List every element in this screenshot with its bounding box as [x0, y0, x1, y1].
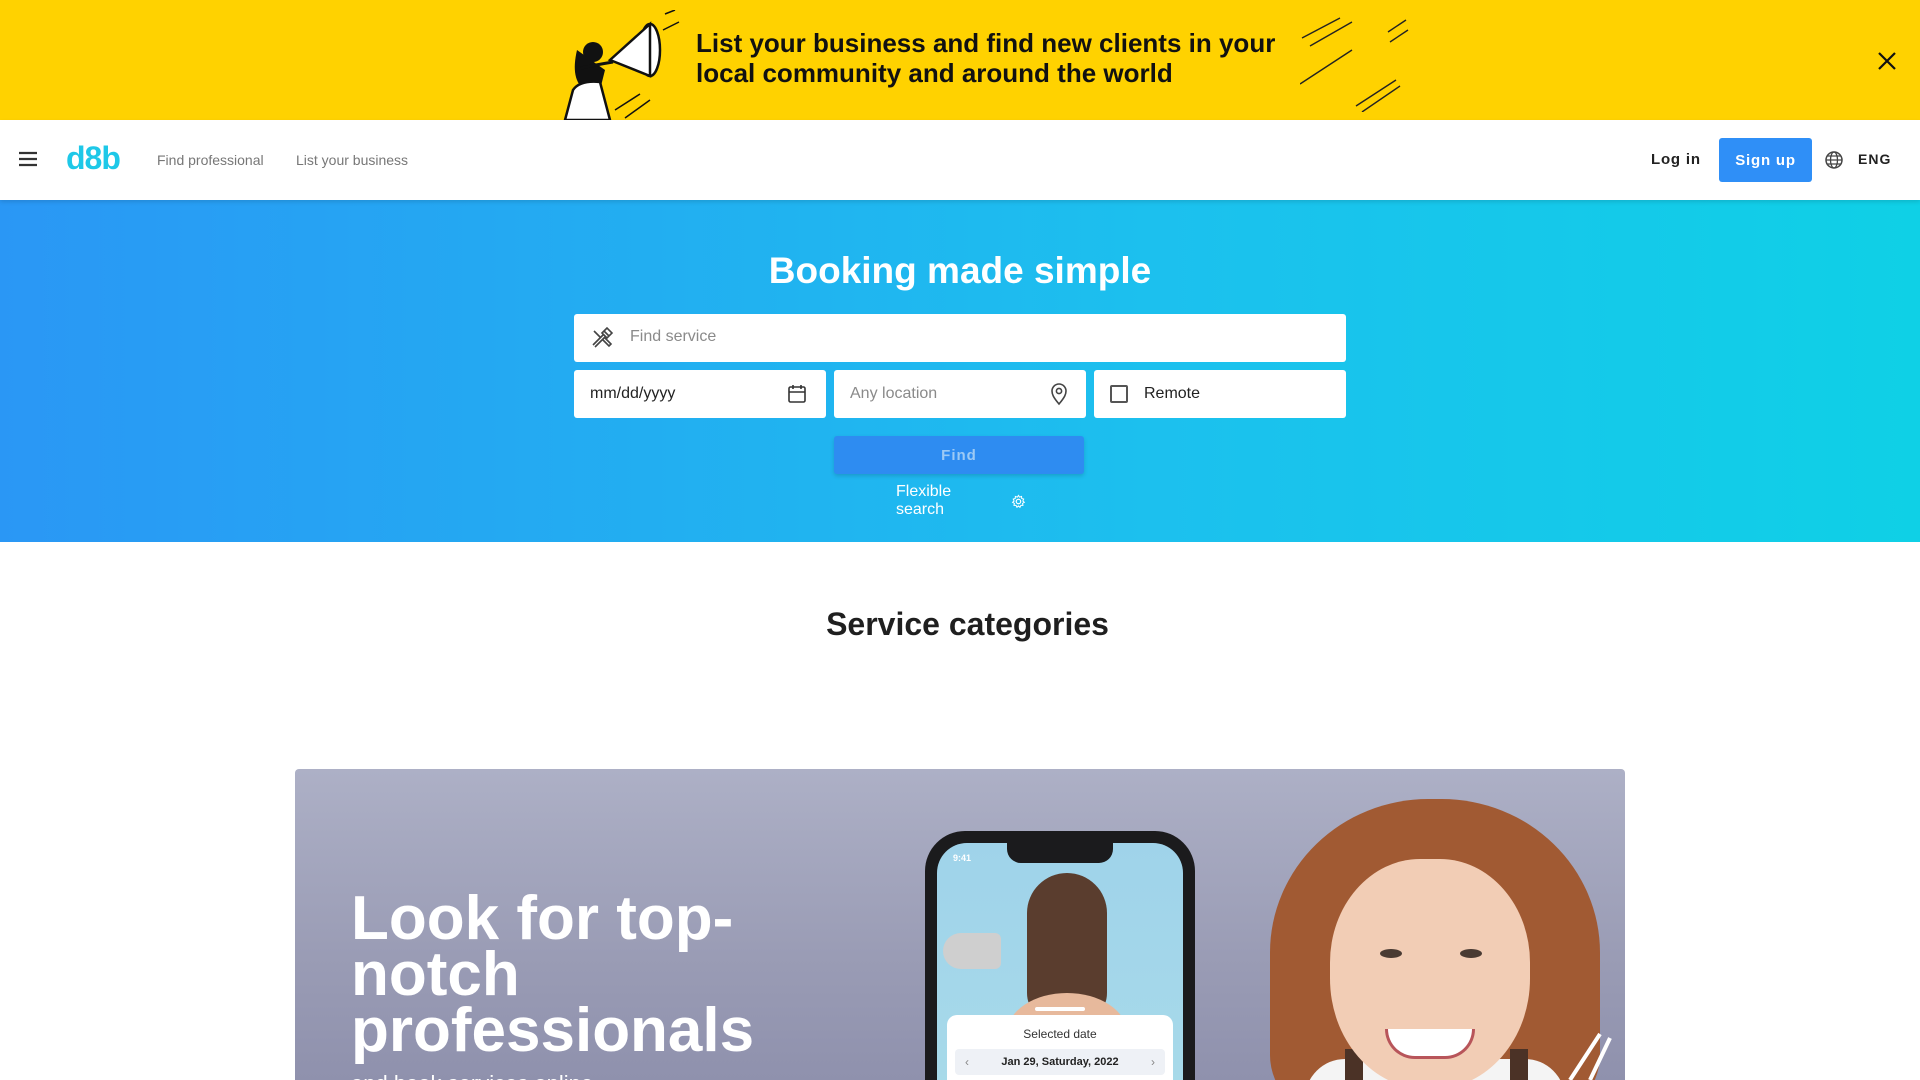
- phone-screen: 9:41 Selected date ‹ Jan 29, Saturday, 2…: [937, 843, 1183, 1080]
- selected-date-value: Jan 29, Saturday, 2022: [1001, 1056, 1119, 1068]
- tools-icon: [592, 326, 614, 348]
- globe-icon[interactable]: [1824, 150, 1844, 170]
- sheet-handle: [1035, 1007, 1085, 1011]
- service-search-placeholder: Find service: [630, 328, 717, 345]
- promo-card-title: Look for top-notch professionals: [351, 884, 755, 1065]
- flexible-search-link[interactable]: Flexible search: [896, 483, 1026, 518]
- logo[interactable]: d8b: [66, 140, 121, 177]
- date-picker-row: ‹ Jan 29, Saturday, 2022 ›: [955, 1049, 1165, 1075]
- hero-title: Booking made simple: [768, 250, 1152, 291]
- decorative-lines: [1300, 17, 1409, 112]
- top-navbar: d8b Find professional List your business…: [0, 120, 1920, 200]
- promo-banner: List your business and find new clients …: [0, 0, 1920, 120]
- selected-date-label: Selected date: [1023, 1027, 1097, 1041]
- remote-checkbox[interactable]: Remote: [1094, 370, 1346, 418]
- remote-checkbox-box[interactable]: [1110, 385, 1128, 403]
- eye-left: [1380, 949, 1402, 958]
- promo-card: Look for top-notch professionals and boo…: [295, 769, 1625, 1080]
- location-input[interactable]: Any location: [834, 370, 1086, 418]
- promo-message: List your business and find new clients …: [696, 28, 1276, 88]
- service-search-input[interactable]: Find service: [574, 314, 1346, 362]
- signup-button[interactable]: Sign up: [1719, 138, 1812, 182]
- location-pin-icon: [1051, 383, 1067, 406]
- settings-gear-icon: [1011, 494, 1026, 508]
- scissors-icon: [1568, 1032, 1612, 1080]
- megaphone-woman-illustration: [563, 10, 680, 120]
- find-button[interactable]: Find: [834, 436, 1084, 474]
- date-value: mm/dd/yyyy: [590, 385, 676, 402]
- nav-link-list-business[interactable]: List your business: [296, 152, 408, 168]
- remote-label: Remote: [1144, 385, 1201, 402]
- phone-notch: [1007, 843, 1113, 863]
- date-input[interactable]: mm/dd/yyyy: [574, 370, 826, 418]
- chevron-left-icon[interactable]: ‹: [965, 1055, 969, 1069]
- login-button[interactable]: Log in: [1651, 151, 1701, 168]
- location-placeholder: Any location: [850, 385, 938, 402]
- calendar-icon[interactable]: [786, 383, 808, 405]
- language-selector[interactable]: ENG: [1858, 151, 1891, 167]
- hamburger-menu-icon[interactable]: [16, 147, 40, 171]
- nav-link-find-professional[interactable]: Find professional: [157, 152, 264, 168]
- selected-date-card: Selected date ‹ Jan 29, Saturday, 2022 ›: [947, 1007, 1173, 1080]
- eye-right: [1460, 949, 1482, 958]
- promo-close-button[interactable]: [1872, 46, 1902, 76]
- hair-dryer-illustration: [943, 933, 1001, 969]
- phone-mockup: 9:41 Selected date ‹ Jan 29, Saturday, 2…: [925, 831, 1195, 1080]
- flexible-search-label: Flexible search: [896, 483, 952, 518]
- phone-time: 9:41: [953, 853, 972, 863]
- service-categories-heading: Service categories: [826, 606, 1109, 642]
- hero-search-section: Booking made simple Find service mm/dd/y…: [0, 200, 1920, 542]
- chevron-right-icon[interactable]: ›: [1151, 1055, 1155, 1069]
- apron-strap-right: [1510, 1049, 1528, 1080]
- close-icon: [1878, 52, 1896, 70]
- promo-card-subtitle: and book services online: [351, 1071, 593, 1080]
